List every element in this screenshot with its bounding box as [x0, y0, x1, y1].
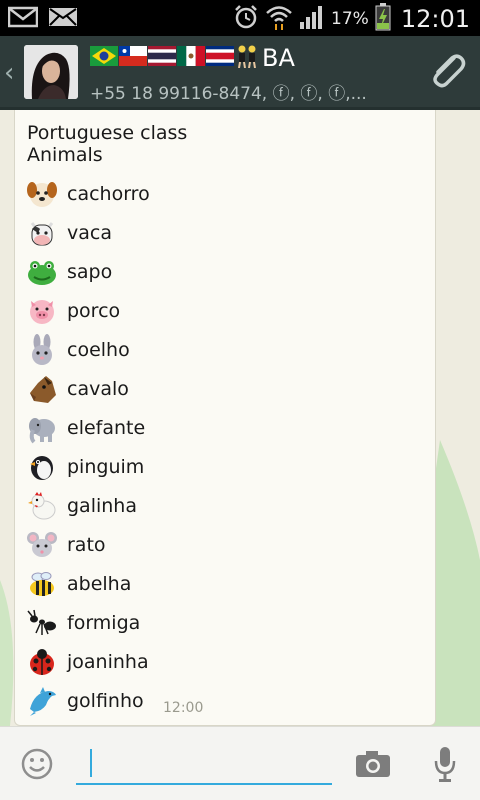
email-icon [48, 6, 78, 32]
camera-icon[interactable] [354, 749, 392, 783]
chicken-icon [25, 489, 59, 523]
smiley-icon[interactable] [20, 747, 54, 785]
animal-label: elefante [67, 416, 146, 439]
message-heading: Portuguese class Animals [27, 122, 187, 166]
list-item: vaca [25, 213, 150, 252]
penguin-icon [25, 450, 59, 484]
chile-flag-icon [119, 46, 147, 70]
list-item: galinha [25, 486, 150, 525]
avatar[interactable] [24, 45, 78, 99]
animal-label: cachorro [67, 182, 150, 205]
animal-label: vaca [67, 221, 112, 244]
pig-face-icon [25, 294, 59, 328]
message-heading-line1: Portuguese class [27, 122, 188, 144]
animal-label: cavalo [67, 377, 129, 400]
costa-rica-flag-icon [206, 46, 234, 70]
animal-label: rato [67, 533, 106, 556]
list-item: formiga [25, 603, 150, 642]
clock: 12:01 [400, 5, 470, 33]
wifi-icon [265, 4, 293, 34]
chat-title-text: BA [262, 44, 295, 72]
animal-label: golfinho [67, 689, 144, 712]
animal-label: abelha [67, 572, 132, 595]
back-chevron-icon[interactable]: ‹ [4, 58, 14, 88]
brazil-flag-icon [90, 46, 118, 70]
microphone-icon[interactable] [432, 745, 458, 787]
alarm-icon [233, 4, 259, 34]
dancers-icon [235, 44, 259, 72]
chat-header: ‹ BA +55 18 99116-8474, ⓕ, ⓕ, ⓕ,... [0, 36, 480, 110]
list-item: sapo [25, 252, 150, 291]
chat-title[interactable]: BA [90, 44, 295, 72]
dolphin-icon [25, 684, 59, 718]
message-input[interactable] [76, 745, 332, 785]
horse-face-icon [25, 372, 59, 406]
elephant-icon [25, 411, 59, 445]
bee-icon [25, 567, 59, 601]
list-item: abelha [25, 564, 150, 603]
animal-label: pinguim [67, 455, 145, 478]
animal-label: galinha [67, 494, 137, 517]
animal-label: formiga [67, 611, 141, 634]
paperclip-icon[interactable] [426, 50, 468, 96]
text-caret [90, 749, 92, 777]
message-timestamp: 12:00 [163, 700, 204, 716]
ant-icon [25, 606, 59, 640]
list-item: cavalo [25, 369, 150, 408]
animal-label: sapo [67, 260, 113, 283]
thailand-flag-icon [148, 46, 176, 70]
animal-label: porco [67, 299, 121, 322]
chat-participants[interactable]: +55 18 99116-8474, ⓕ, ⓕ, ⓕ,... [90, 79, 410, 104]
cow-face-icon [25, 216, 59, 250]
signal-icon [299, 4, 325, 34]
dog-face-icon [25, 177, 59, 211]
list-item: joaninha [25, 642, 150, 681]
list-item: porco [25, 291, 150, 330]
gmail-icon [7, 6, 39, 32]
animal-label: coelho [67, 338, 130, 361]
message-bubble[interactable]: Portuguese class Animals cachorro vaca s… [14, 110, 436, 726]
battery-percent: 17% [331, 9, 369, 29]
animal-label: joaninha [67, 650, 149, 673]
battery-charging-icon [375, 3, 391, 35]
animal-list: cachorro vaca sapo porco coelho cavalo e… [25, 174, 150, 720]
chat-area[interactable]: Portuguese class Animals cachorro vaca s… [0, 110, 480, 726]
ladybug-icon [25, 645, 59, 679]
list-item: rato [25, 525, 150, 564]
status-bar: 17% 12:01 [0, 0, 480, 36]
mouse-face-icon [25, 528, 59, 562]
list-item: pinguim [25, 447, 150, 486]
message-heading-line2: Animals [27, 144, 103, 166]
rabbit-face-icon [25, 333, 59, 367]
frog-face-icon [25, 255, 59, 289]
mexico-flag-icon [177, 46, 205, 70]
list-item: golfinho [25, 681, 150, 720]
list-item: cachorro [25, 174, 150, 213]
compose-bar [0, 726, 480, 800]
list-item: elefante [25, 408, 150, 447]
list-item: coelho [25, 330, 150, 369]
